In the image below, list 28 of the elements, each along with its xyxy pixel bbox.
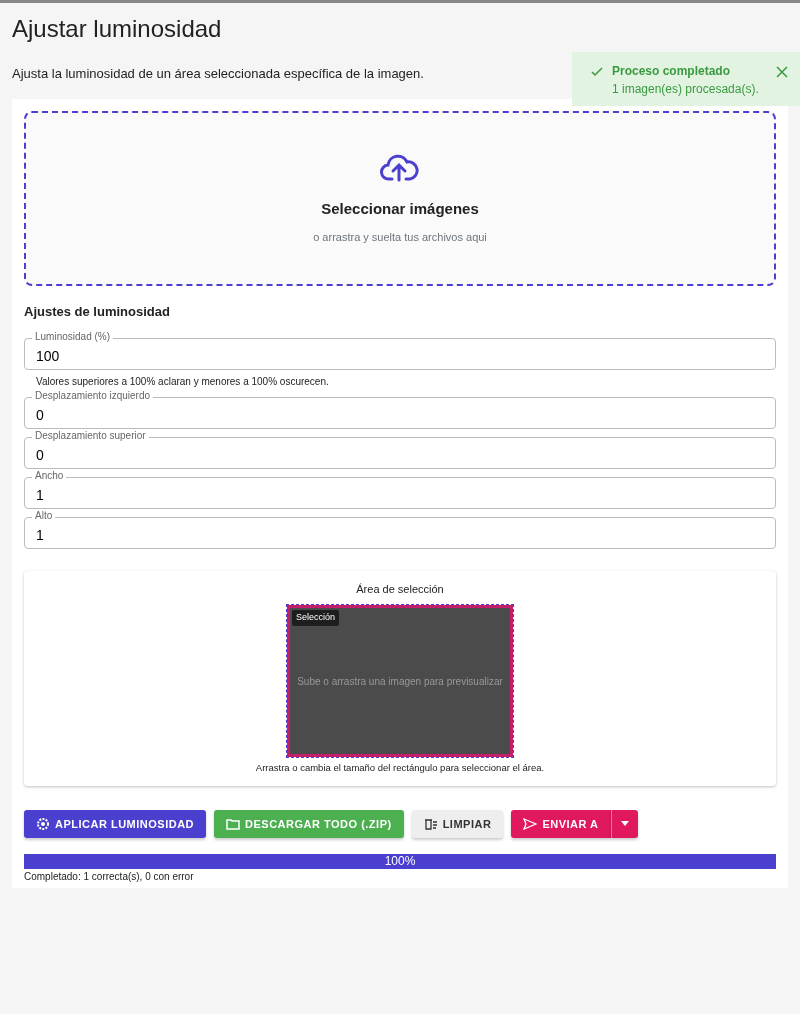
check-icon: [590, 65, 604, 79]
toast-message: 1 imagen(es) procesada(s).: [612, 81, 760, 98]
field-label: Luminosidad (%): [32, 329, 114, 344]
drop-zone[interactable]: Seleccionar imágenes o arrastra y suelta tus archivos aqui: [24, 111, 776, 287]
field-label: Desplazamiento izquierdo: [32, 388, 154, 403]
apply-button[interactable]: APLICAR LUMINOSIDAD: [24, 809, 207, 839]
clear-button[interactable]: LIMPIAR: [411, 809, 504, 839]
settings-heading: Ajustes de luminosidad: [24, 303, 171, 322]
caret-icon: [620, 821, 629, 827]
field-help: Valores superiores a 100% aclaran y menores a 100% oscurecen.: [36, 374, 330, 389]
progress-bar: 100%: [24, 854, 776, 870]
folder-icon: [226, 817, 241, 830]
send-button[interactable]: ENVIAR A: [511, 809, 611, 839]
dropzone-title: Seleccionar imágenes: [321, 199, 479, 220]
send-icon: [523, 817, 538, 830]
preview-hint: Arrastra o cambia el tamaño del rectángulo para seleccionar el área.: [255, 761, 545, 776]
dropzone-hint: o arrastra y suelta tus archivos aqui: [313, 229, 487, 245]
selection-rectangle[interactable]: Selección Sube o arrastra una imagen para previsualizar: [287, 605, 513, 758]
toast-title: Proceso completado: [612, 63, 732, 80]
page-description: Ajusta la luminosidad de un área seleccionada específica de la imagen.: [12, 64, 424, 83]
gear-icon: [36, 816, 50, 831]
preview-placeholder: Sube o arrastra una imagen para previsualizar: [297, 674, 503, 689]
progress-status: Completado: 1 correcta(s), 0 con error: [24, 870, 195, 885]
page-title: Ajustar luminosidad: [12, 15, 223, 44]
preview-title: Área de selección: [356, 581, 444, 597]
selection-tag: Selección: [292, 610, 340, 626]
cloud-upload-icon: [380, 152, 420, 183]
dropdown-button[interactable]: [610, 809, 638, 839]
